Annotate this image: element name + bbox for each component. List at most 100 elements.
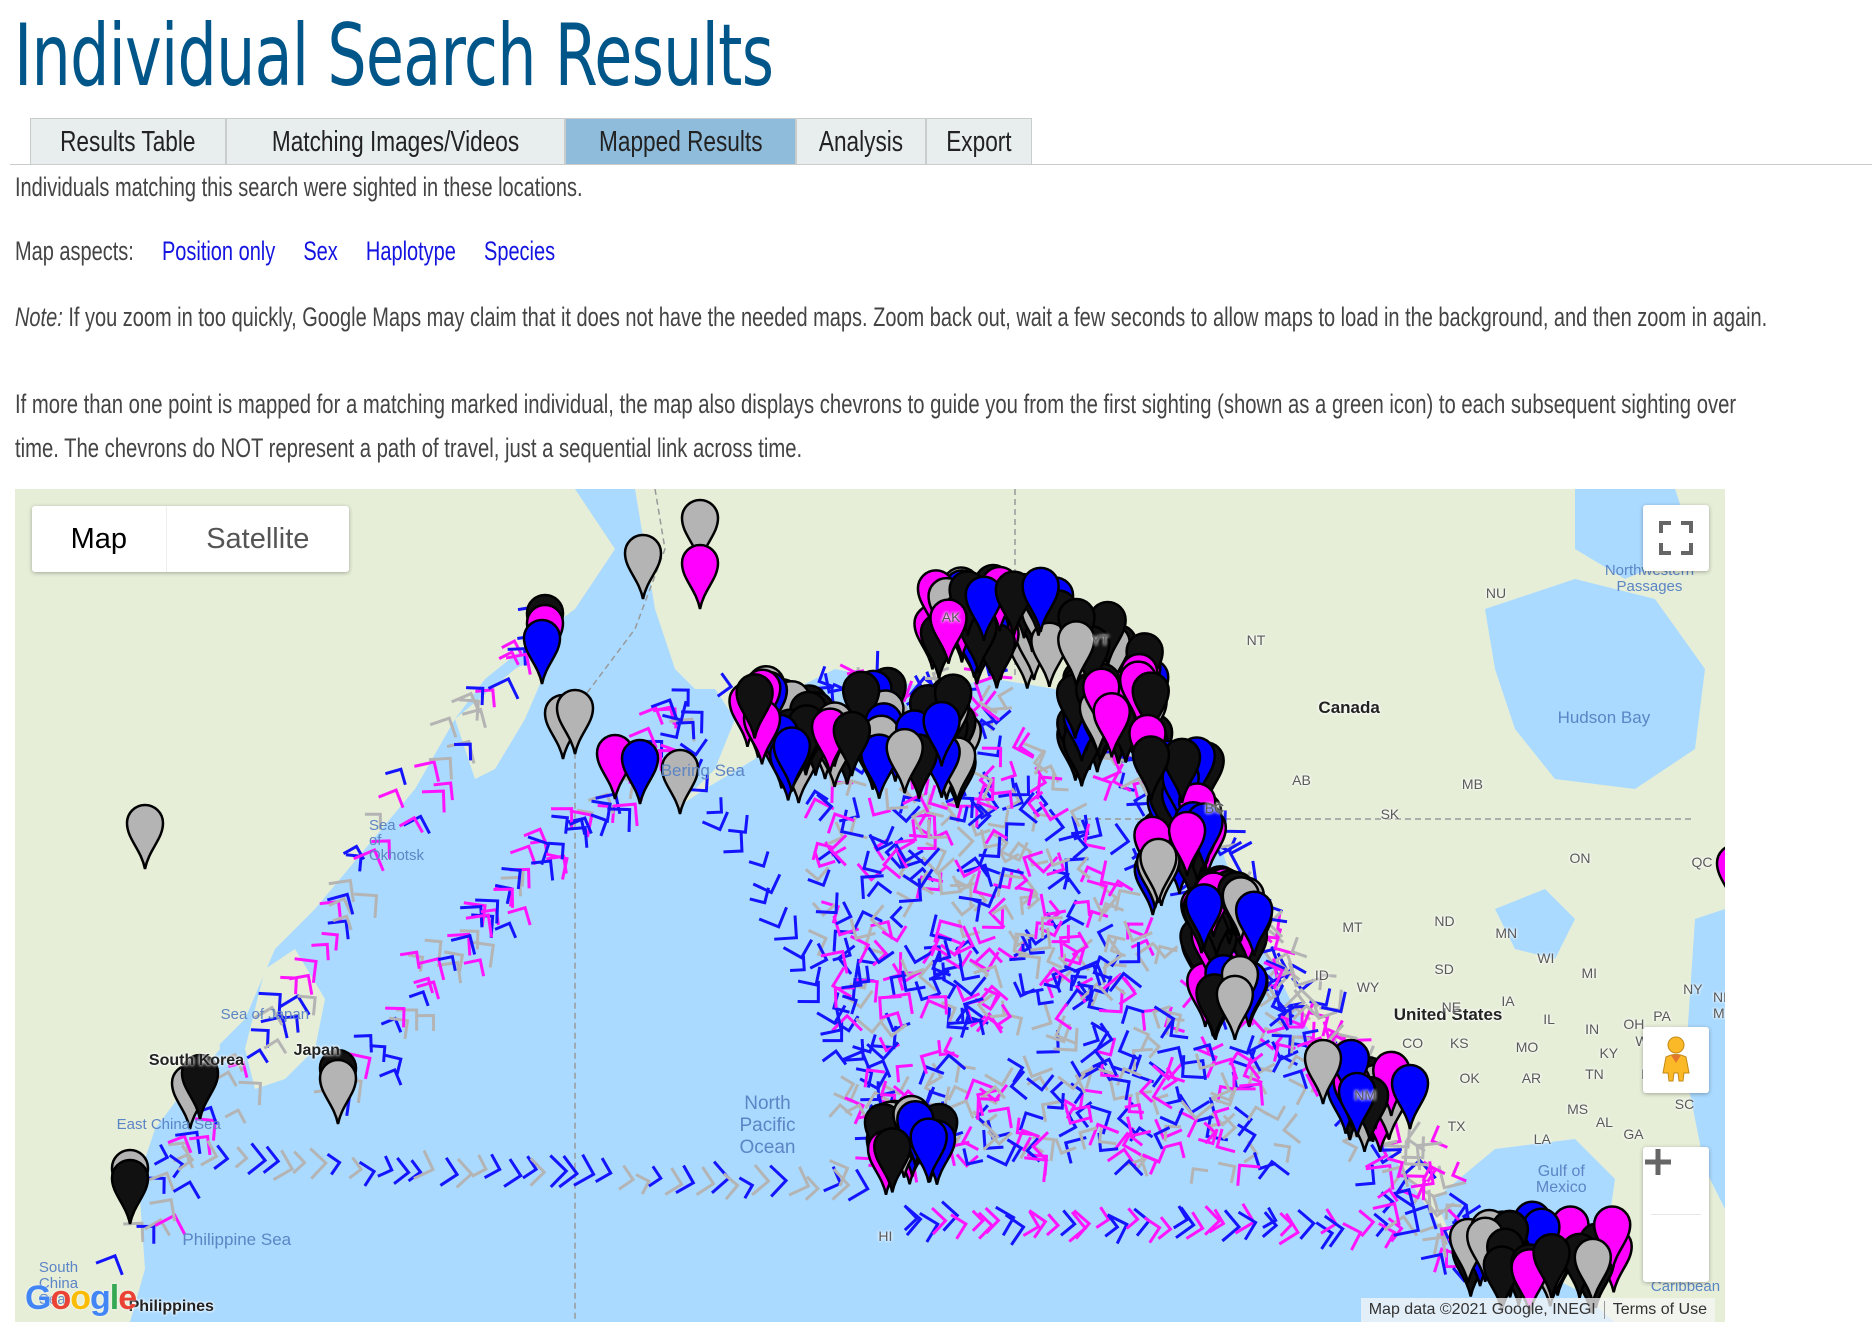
chevron-mark [769, 1164, 789, 1198]
aspect-position-only-link[interactable]: Position only [162, 236, 275, 266]
label-state-ks: KS [1449, 1035, 1469, 1052]
chevron-mark [463, 958, 486, 977]
chevron-mark [1278, 1212, 1301, 1246]
chevron-mark [941, 1200, 960, 1232]
label-north-pacific: North Pacific Ocean [739, 1092, 796, 1158]
sighting-marker[interactable] [873, 1127, 912, 1193]
label-state-mo: MO [1515, 1038, 1539, 1055]
chevron-mark [849, 816, 868, 840]
chevron-mark [895, 1063, 913, 1083]
chevron-mark [1157, 1045, 1185, 1070]
chevron-mark [321, 931, 339, 951]
aspect-species-link[interactable]: Species [484, 236, 555, 266]
chevron-mark [933, 1053, 967, 1073]
label-state-oh: OH [1623, 1016, 1645, 1033]
label-state-tn: TN [1585, 1066, 1604, 1083]
map-layer[interactable] [15, 489, 1725, 1322]
chevron-mark [977, 1211, 995, 1240]
label-state-wy: WY [1356, 979, 1380, 995]
chevron-mark [1000, 760, 1018, 782]
map-attribution: Map data ©2021 Google, INEGI Terms of Us… [1360, 1298, 1715, 1322]
chevron-mark [820, 900, 840, 924]
fullscreen-button[interactable] [1643, 505, 1709, 571]
chevron-mark [353, 1034, 373, 1053]
label-state-sd: SD [1434, 961, 1454, 978]
label-state-on: ON [1569, 849, 1591, 866]
chevron-mark [1246, 1105, 1270, 1121]
chevron-mark [782, 939, 813, 960]
map-aspects: Map aspects: Position only Sex Haplotype Spe… [15, 236, 555, 267]
label-state-ga: GA [1623, 1126, 1644, 1142]
zoom-out-button[interactable] [1643, 1159, 1709, 1282]
label-japan: Japan [293, 1042, 340, 1060]
label-sea-of-japan: Sea of Japan [220, 1006, 310, 1024]
chevron-mark [1273, 1142, 1292, 1163]
label-state-wi: WI [1537, 950, 1555, 967]
sighting-marker[interactable] [660, 748, 700, 815]
chevron-mark [903, 1204, 923, 1237]
chevron-mark [804, 1175, 821, 1201]
chevron-mark [988, 1106, 1013, 1129]
terms-of-use-link[interactable]: Terms of Use [1603, 1301, 1715, 1319]
sighting-marker[interactable] [620, 738, 660, 805]
chevron-mark [975, 947, 1004, 964]
chevron-mark [408, 989, 430, 1007]
chevron-mark [358, 1160, 377, 1187]
map-canvas[interactable]: Bering Sea North Pacific Ocean Hudson Ba… [15, 489, 1725, 1322]
chevron-mark [829, 1159, 850, 1187]
chevron-mark [501, 867, 522, 890]
label-state-bc: BC [1204, 799, 1225, 816]
tab-analysis[interactable]: Analysis [796, 118, 927, 165]
chevron-mark [1246, 1052, 1264, 1080]
map-type-control: Map Satellite [32, 506, 349, 572]
chevron-mark [380, 1016, 403, 1033]
label-state-ky: KY [1599, 1044, 1619, 1061]
tab-results-table[interactable]: Results Table [30, 118, 226, 165]
label-state-id: ID [1314, 967, 1329, 984]
chevron-mark [648, 1165, 663, 1188]
chevron-mark [1109, 822, 1131, 856]
label-state-ab: AB [1292, 772, 1311, 789]
chevron-mark [1095, 1206, 1111, 1229]
label-state-nt: NT [1246, 632, 1266, 649]
chevron-mark [594, 1157, 613, 1183]
satellite-view-button[interactable]: Satellite [165, 506, 349, 572]
chevron-mark [996, 686, 1014, 711]
aspect-haplotype-link[interactable]: Haplotype [366, 236, 456, 266]
map-view-button[interactable]: Map [32, 506, 166, 572]
chevron-mark [987, 809, 1010, 829]
chevron-mark [500, 875, 523, 897]
label-state-ok: OK [1459, 1069, 1480, 1086]
tab-export[interactable]: Export [926, 118, 1032, 165]
chevron-mark [424, 938, 443, 959]
tab-matching-images-videos[interactable]: Matching Images/Videos [225, 118, 565, 165]
chevron-mark [326, 1153, 342, 1176]
chevron-mark [1117, 1029, 1141, 1061]
label-south-korea: South Korea [148, 1051, 245, 1069]
google-logo[interactable]: Google [25, 1279, 137, 1318]
aspect-sex-link[interactable]: Sex [303, 236, 337, 266]
chevron-mark [1045, 1213, 1061, 1237]
chevron-mark [354, 892, 379, 918]
label-state-tx: TX [1447, 1117, 1466, 1134]
map-data-credit: Map data ©2021 Google, INEGI [1368, 1301, 1596, 1318]
chevron-mark [1151, 1077, 1173, 1110]
street-view-pegman-button[interactable] [1643, 1027, 1709, 1093]
chevron-mark [828, 1102, 853, 1118]
label-state-ny: NY [1683, 981, 1703, 998]
chevron-mark [803, 797, 835, 819]
sighting-marker[interactable] [318, 1058, 358, 1125]
label-state-nd: ND [1434, 913, 1455, 930]
sighting-marker[interactable] [1215, 974, 1255, 1041]
chevron-mark [224, 1108, 247, 1124]
minus-icon [1645, 1159, 1671, 1165]
label-state-qc: QC [1691, 853, 1713, 870]
chevron-mark [664, 1167, 684, 1196]
chevron-mark [1189, 1167, 1209, 1184]
label-state-mn: MN [1495, 925, 1518, 942]
tab-mapped-results[interactable]: Mapped Results [564, 118, 797, 165]
tab-label: Matching Images/Videos [271, 125, 519, 158]
chevron-mark [941, 977, 958, 1000]
chevron-mark [1028, 1209, 1048, 1239]
label-state-ia: IA [1501, 993, 1515, 1010]
